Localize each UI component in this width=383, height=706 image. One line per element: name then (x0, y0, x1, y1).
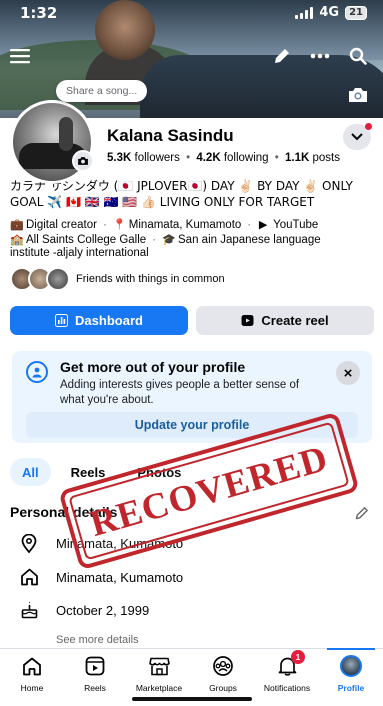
detail-row-birthday: October 2, 1999 (18, 601, 149, 619)
avatar-camera-icon[interactable] (72, 150, 94, 172)
education-label: San ain Japanese language (178, 233, 321, 246)
home-icon (18, 568, 40, 586)
friend-avatar (46, 267, 70, 291)
following-label[interactable]: following (224, 152, 269, 164)
top-nav (0, 42, 383, 70)
status-bar: 1:32 4G 21 (0, 0, 383, 26)
chevron-down-icon (351, 133, 363, 141)
battery-icon: 21 (345, 5, 367, 20)
bell-icon: 1 (276, 650, 305, 677)
nav-home-label: Home (20, 683, 44, 693)
card-title: Get more out of your profile (60, 359, 246, 375)
notification-badge: 1 (291, 650, 305, 664)
role-label: Digital creator (26, 218, 97, 231)
nav-profile[interactable]: Profile (319, 648, 383, 699)
profile-dropdown-button[interactable] (343, 123, 372, 150)
search-icon[interactable] (344, 42, 372, 70)
profile-bio: カラナ サシンダウ (🇯🇵 JPLOVER🇯🇵) DAY ✌🏻 BY DAY ✌… (10, 179, 353, 209)
profile-avatar-icon (340, 655, 362, 677)
school-label: All Saints College Galle (26, 233, 147, 246)
followers-count[interactable]: 5.3K (107, 152, 131, 164)
nav-home[interactable]: Home (0, 655, 64, 699)
hometown-text: Minamata, Kumamoto (56, 569, 184, 585)
home-icon (21, 655, 43, 677)
briefcase-icon: 💼 (10, 219, 24, 231)
marketplace-icon (148, 655, 170, 677)
pencil-icon[interactable] (268, 42, 296, 70)
following-count[interactable]: 4.2K (196, 152, 220, 164)
friends-text: Friends with things in common (76, 273, 225, 285)
nav-profile-label: Profile (337, 683, 365, 693)
birthday-text: October 2, 1999 (56, 602, 150, 618)
card-text: Adding interests gives people a better s… (60, 379, 300, 406)
signal-icon (295, 6, 314, 19)
status-indicators: 4G 21 (295, 5, 367, 20)
nav-notifications-label: Notifications (263, 683, 311, 693)
reels-icon (84, 655, 106, 677)
stamp-text: RECOVERED (85, 437, 333, 545)
info-line-3: institute -aljaly international (10, 247, 149, 259)
nav-reels-label: Reels (84, 683, 106, 693)
youtube-link[interactable]: YouTube (273, 219, 318, 231)
more-icon[interactable] (306, 42, 334, 70)
posts-count: 1.1K (285, 152, 310, 164)
info-line-1: 💼 Digital creator · 📍 Minamata, Kumamoto… (10, 218, 319, 232)
friends-in-common[interactable]: Friends with things in common (10, 267, 225, 291)
profile-icon (26, 361, 48, 383)
dashboard-icon (55, 314, 69, 327)
detail-row-hometown: Minamata, Kumamoto (18, 568, 183, 586)
info-line-2: 🏫 All Saints College Galle · 🎓 San ain J… (10, 233, 321, 247)
create-reel-button[interactable]: Create reel (196, 306, 374, 335)
birthday-cake-icon (18, 601, 40, 619)
nav-notifications[interactable]: 1 Notifications (255, 650, 319, 699)
camera-icon[interactable] (345, 84, 371, 106)
edit-pencil-icon[interactable] (353, 504, 371, 522)
close-icon[interactable]: × (336, 361, 360, 385)
profile-stats: 5.3K followers • 4.2K following • 1.1K p… (107, 152, 341, 164)
network-label: 4G (319, 5, 340, 20)
share-song-button[interactable]: Share a song... (56, 80, 148, 102)
school-icon: 🏫 (10, 234, 24, 246)
menu-icon[interactable] (6, 42, 34, 70)
see-more-details-link[interactable]: See more details (56, 634, 139, 646)
nav-groups[interactable]: Groups (191, 655, 255, 699)
status-time: 1:32 (20, 4, 58, 22)
dashboard-label: Dashboard (75, 313, 143, 328)
followers-label[interactable]: followers (135, 152, 180, 164)
tab-all[interactable]: All (10, 458, 51, 486)
nav-marketplace-label: Marketplace (135, 683, 183, 693)
nav-groups-label: Groups (209, 683, 237, 693)
location-pin-icon: 📍 (112, 219, 127, 231)
location-label: Minamata, Kumamoto (128, 218, 242, 231)
graduation-cap-icon: 🎓 (162, 234, 176, 246)
nav-marketplace[interactable]: Marketplace (127, 655, 191, 699)
youtube-icon: ▶ (258, 219, 268, 231)
notification-dot (365, 123, 372, 130)
posts-label: posts (312, 152, 341, 164)
groups-icon (212, 655, 234, 677)
nav-reels[interactable]: Reels (63, 655, 127, 699)
dashboard-button[interactable]: Dashboard (10, 306, 188, 335)
home-indicator (132, 697, 252, 701)
reel-icon (241, 315, 254, 326)
location-pin-icon (18, 534, 40, 553)
create-reel-label: Create reel (261, 313, 329, 328)
profile-name: Kalana Sasindu (107, 126, 234, 145)
